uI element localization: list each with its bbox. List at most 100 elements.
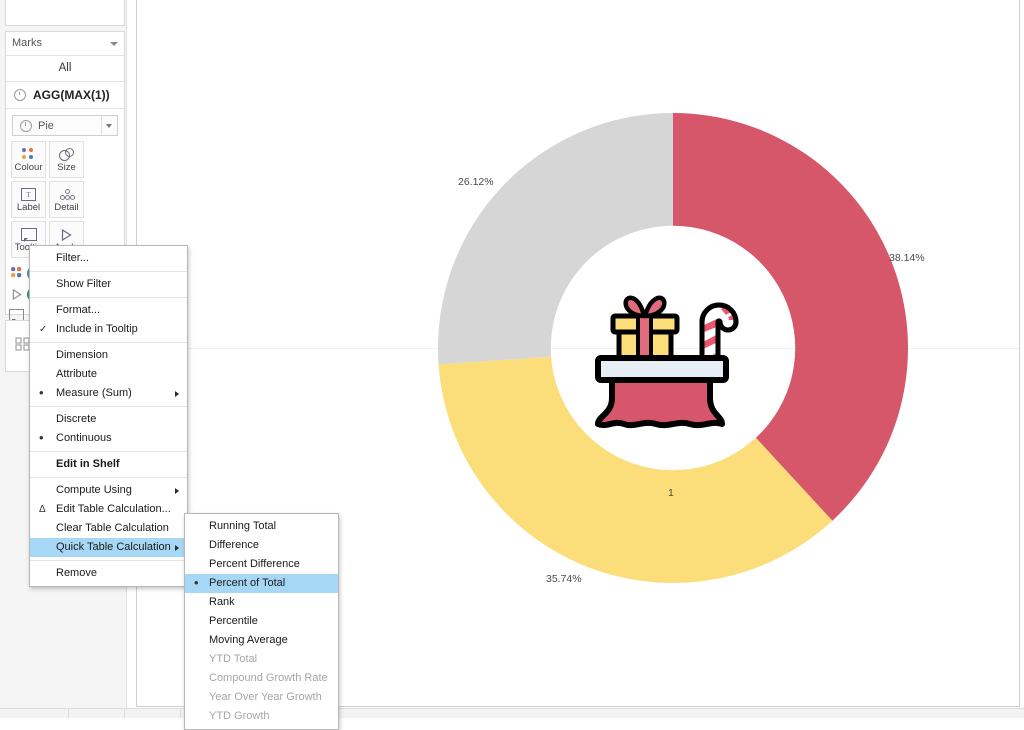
slice-label-red: 38.14% xyxy=(889,252,925,264)
menu-item-compute-using[interactable]: Compute Using xyxy=(30,481,187,500)
menu-item-edit-in-shelf[interactable]: Edit in Shelf xyxy=(30,455,187,474)
menu-item-label: Quick Table Calculation xyxy=(56,541,171,553)
tooltip-bubble-icon xyxy=(20,226,37,243)
label-text-icon: T xyxy=(21,186,36,203)
marks-button-detail-label: Detail xyxy=(54,202,79,213)
submenu-item-percentile[interactable]: Percentile xyxy=(185,612,338,631)
menu-separator xyxy=(30,560,187,561)
menu-item-label: Rank xyxy=(209,596,235,608)
menu-item-filter[interactable]: Filter... xyxy=(30,249,187,268)
marks-button-size[interactable]: Size xyxy=(49,141,84,178)
tab-divider xyxy=(68,709,69,718)
pie-type-icon xyxy=(20,119,32,132)
menu-item-label: Filter... xyxy=(56,252,90,264)
menu-item-label: Show Filter xyxy=(56,278,112,290)
colour-dots-icon xyxy=(9,266,24,280)
menu-item-label: Format... xyxy=(56,304,101,316)
menu-item-label: Moving Average xyxy=(209,634,288,646)
size-circles-icon xyxy=(59,146,74,163)
slice-label-extra: 1 xyxy=(668,487,674,499)
menu-item-label: Percent Difference xyxy=(209,558,300,570)
colour-dots-icon xyxy=(21,146,36,163)
bullet-icon: • xyxy=(194,575,199,590)
menu-item-measure-sum[interactable]: • Measure (Sum) xyxy=(30,384,187,403)
marks-agg-label: AGG(MAX(1)) xyxy=(33,88,110,102)
marks-all-label: All xyxy=(58,62,72,74)
menu-item-include-in-tooltip[interactable]: ✓ Include in Tooltip xyxy=(30,320,187,339)
marks-button-colour-label: Colour xyxy=(14,162,43,173)
submenu-item-running-total[interactable]: Running Total xyxy=(185,517,338,536)
marks-card-header[interactable]: Marks xyxy=(6,32,124,56)
menu-item-label: Percent of Total xyxy=(209,577,286,589)
marks-button-size-label: Size xyxy=(57,162,76,173)
submenu-item-compound-growth-rate: Compound Growth Rate xyxy=(185,669,338,688)
slice-label-grey: 26.12% xyxy=(458,176,494,188)
detail-dots-icon xyxy=(59,186,75,203)
mark-type-value: Pie xyxy=(38,119,54,132)
menu-item-show-filter[interactable]: Show Filter xyxy=(30,275,187,294)
quick-table-calculation-submenu[interactable]: Running Total Difference Percent Differenc… xyxy=(184,513,339,730)
submenu-arrow-icon xyxy=(175,488,179,494)
chevron-down-icon[interactable] xyxy=(110,42,118,46)
angle-wedge-icon xyxy=(61,226,72,243)
menu-item-label: Percentile xyxy=(209,615,258,627)
marks-all-row[interactable]: All xyxy=(6,56,124,82)
menu-item-label: Include in Tooltip xyxy=(56,323,138,335)
submenu-item-year-over-year-growth: Year Over Year Growth xyxy=(185,688,338,707)
tab-divider xyxy=(124,709,125,718)
menu-item-label: Clear Table Calculation xyxy=(56,522,169,534)
menu-separator xyxy=(30,271,187,272)
menu-item-remove[interactable]: Remove xyxy=(30,564,187,583)
worksheet-tab-bar[interactable] xyxy=(0,708,1024,718)
menu-item-label: Continuous xyxy=(56,432,112,444)
submenu-item-difference[interactable]: Difference xyxy=(185,536,338,555)
marks-card-title: Marks xyxy=(12,37,42,49)
submenu-item-percent-of-total[interactable]: • Percent of Total xyxy=(185,574,338,593)
marks-button-colour[interactable]: Colour xyxy=(11,141,46,178)
chevron-down-icon[interactable] xyxy=(101,116,117,135)
menu-item-label: Compound Growth Rate xyxy=(209,672,328,684)
menu-item-label: Remove xyxy=(56,567,97,579)
bullet-icon: • xyxy=(39,430,44,445)
slice-label-yellow: 35.74% xyxy=(546,573,582,585)
menu-item-clear-table-calculation[interactable]: Clear Table Calculation xyxy=(30,519,187,538)
tab-divider xyxy=(180,709,181,718)
menu-item-label: Dimension xyxy=(56,349,108,361)
menu-item-attribute[interactable]: Attribute xyxy=(30,365,187,384)
pie-measure-icon xyxy=(14,89,26,101)
marks-button-grid: Colour Size T Label Detail xyxy=(6,136,124,258)
menu-item-dimension[interactable]: Dimension xyxy=(30,346,187,365)
submenu-item-ytd-growth: YTD Growth xyxy=(185,707,338,726)
menu-item-format[interactable]: Format... xyxy=(30,301,187,320)
menu-item-label: YTD Total xyxy=(209,653,258,665)
submenu-arrow-icon xyxy=(175,545,179,551)
bullet-icon: • xyxy=(39,385,44,400)
menu-item-discrete[interactable]: Discrete xyxy=(30,410,187,429)
mark-type-dropdown[interactable]: Pie xyxy=(12,115,118,136)
menu-item-label: YTD Growth xyxy=(209,710,270,722)
menu-item-label: Edit in Shelf xyxy=(56,458,120,470)
angle-wedge-icon xyxy=(9,287,24,301)
marks-button-detail[interactable]: Detail xyxy=(49,181,84,218)
submenu-item-percent-difference[interactable]: Percent Difference xyxy=(185,555,338,574)
pill-context-menu[interactable]: Filter... Show Filter Format... ✓ Include in… xyxy=(29,245,188,587)
menu-item-label: Discrete xyxy=(56,413,97,425)
menu-item-continuous[interactable]: • Continuous xyxy=(30,429,187,448)
menu-item-quick-table-calculation[interactable]: Quick Table Calculation xyxy=(30,538,187,557)
menu-item-label: Compute Using xyxy=(56,484,132,496)
submenu-arrow-icon xyxy=(175,391,179,397)
marks-measure-row[interactable]: AGG(MAX(1)) xyxy=(6,82,124,109)
submenu-item-ytd-total: YTD Total xyxy=(185,650,338,669)
marks-button-label[interactable]: T Label xyxy=(11,181,46,218)
menu-item-label: Difference xyxy=(209,539,259,551)
menu-separator xyxy=(30,297,187,298)
menu-item-edit-table-calculation[interactable]: Δ Edit Table Calculation... xyxy=(30,500,187,519)
menu-separator xyxy=(30,406,187,407)
menu-item-label: Attribute xyxy=(56,368,97,380)
menu-separator xyxy=(30,451,187,452)
submenu-item-moving-average[interactable]: Moving Average xyxy=(185,631,338,650)
submenu-item-rank[interactable]: Rank xyxy=(185,593,338,612)
menu-item-label: Edit Table Calculation... xyxy=(56,503,171,515)
menu-separator xyxy=(30,342,187,343)
marks-button-label-label: Label xyxy=(16,202,41,213)
